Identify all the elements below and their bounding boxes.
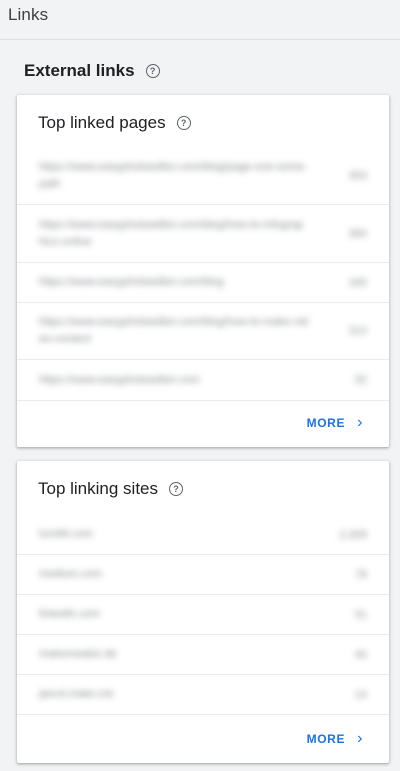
- table-row[interactable]: https://www.easyphotoeditor.com/blog/how…: [17, 205, 389, 263]
- linking-site-domain[interactable]: medium.com: [39, 555, 309, 594]
- top-linking-sites-header: Top linking sites ?: [38, 479, 184, 499]
- more-button[interactable]: MORE ›: [307, 731, 363, 747]
- table-row[interactable]: https://www.easyphotoeditor.com/blog 345: [17, 263, 389, 303]
- page-title: Links: [8, 5, 49, 24]
- linked-page-url[interactable]: https://www.easyphotoeditor.com/blog: [39, 263, 309, 302]
- external-links-heading: External links ?: [24, 61, 160, 81]
- help-icon[interactable]: ?: [145, 64, 160, 78]
- top-linked-pages-header: Top linked pages ?: [38, 113, 191, 133]
- more-label: MORE: [306, 416, 346, 430]
- link-count: 345: [348, 276, 367, 289]
- table-row[interactable]: https://www.easyphotoeditor.com/blog/how…: [17, 303, 389, 360]
- help-icon[interactable]: ?: [169, 482, 184, 496]
- link-count: 92: [354, 374, 367, 386]
- more-button[interactable]: MORE ›: [307, 415, 363, 431]
- link-count: 51: [354, 608, 367, 621]
- linked-page-url[interactable]: https://www.easyphotoeditor.com/blog/how…: [39, 205, 309, 262]
- table-row[interactable]: linkedin.com 51: [17, 595, 389, 635]
- chevron-right-icon: ›: [357, 730, 363, 747]
- table-row[interactable]: makemeabiz.de 40: [17, 635, 389, 675]
- linking-site-domain[interactable]: jancd.make.me: [39, 675, 309, 714]
- table-row[interactable]: https://www.easyphotoeditor.com 92: [17, 360, 389, 401]
- help-icon[interactable]: ?: [176, 116, 191, 130]
- link-count: 360: [348, 227, 367, 240]
- link-count: 313: [348, 325, 367, 337]
- linking-site-domain[interactable]: makemeabiz.de: [39, 635, 309, 674]
- table-row[interactable]: jancd.make.me 14: [17, 675, 389, 715]
- linked-page-url[interactable]: https://www.easyphotoeditor.com/blog/how…: [39, 303, 309, 359]
- linked-page-url[interactable]: https://www.easyphotoeditor.com: [39, 360, 309, 400]
- link-count: 78: [354, 568, 367, 581]
- link-count: 40: [354, 648, 367, 661]
- link-count: 2,309: [339, 528, 367, 541]
- table-row[interactable]: medium.com 78: [17, 555, 389, 595]
- top-linking-sites-card: Top linking sites ? tumblr.com 2,309 med…: [17, 461, 389, 763]
- top-linked-pages-title: Top linked pages: [38, 113, 166, 132]
- table-row[interactable]: https://www.easyphotoeditor.com/blog/pag…: [17, 147, 389, 205]
- top-linking-sites-title: Top linking sites: [38, 479, 159, 498]
- linking-site-domain[interactable]: linkedin.com: [39, 595, 309, 634]
- more-label: MORE: [306, 732, 346, 746]
- link-count: 14: [354, 688, 367, 701]
- external-links-title: External links: [24, 61, 135, 80]
- table-row[interactable]: tumblr.com 2,309: [17, 515, 389, 555]
- top-linked-pages-card: Top linked pages ? https://www.easyphoto…: [17, 95, 389, 447]
- top-bar: Links: [0, 0, 400, 40]
- chevron-right-icon: ›: [357, 414, 363, 431]
- linked-page-url[interactable]: https://www.easyphotoeditor.com/blog/pag…: [39, 147, 309, 204]
- linking-site-domain[interactable]: tumblr.com: [39, 515, 309, 554]
- link-count: 353: [348, 169, 367, 182]
